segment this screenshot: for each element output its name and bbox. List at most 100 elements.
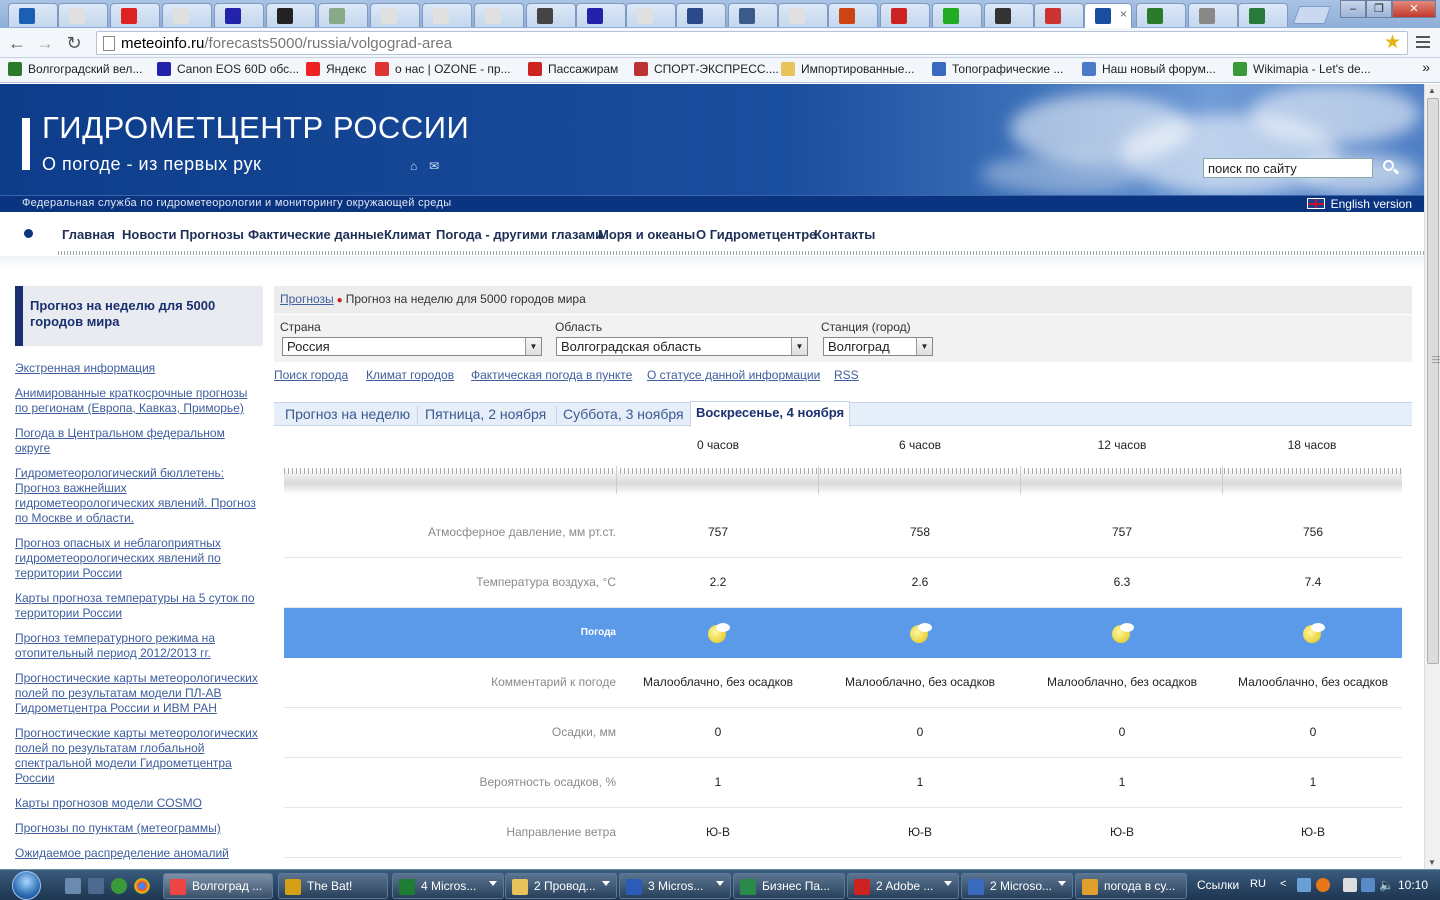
sidebar-link[interactable]: Прогностические карты метеорологических …: [15, 726, 263, 786]
tray-app-icon[interactable]: [1316, 878, 1330, 892]
browser-tab[interactable]: [162, 3, 212, 27]
breadcrumb-forecasts-link[interactable]: Прогнозы: [280, 292, 334, 306]
mail-icon[interactable]: ✉: [429, 159, 439, 173]
station-select[interactable]: Волгоград ▼: [823, 337, 933, 356]
browser-tab[interactable]: [318, 3, 368, 27]
browser-tab[interactable]: [626, 3, 676, 27]
reload-icon[interactable]: ↻: [63, 32, 85, 54]
browser-tab[interactable]: [576, 3, 626, 27]
sidebar-link[interactable]: Карты прогноза температуры на 5 суток по…: [15, 591, 263, 621]
taskbar-task[interactable]: 3 Micros...: [619, 873, 731, 899]
region-select[interactable]: Волгоградская область ▼: [556, 337, 808, 356]
info-status-link[interactable]: О статусе данной информации: [647, 368, 820, 382]
minimize-button[interactable]: –: [1340, 0, 1366, 18]
bookmark-item[interactable]: Canon EOS 60D обс...: [157, 62, 299, 76]
address-bar[interactable]: meteoinfo.ru/forecasts5000/russia/volgog…: [96, 31, 1408, 55]
browser-tab[interactable]: [984, 3, 1034, 27]
bookmark-item[interactable]: Импортированные...: [781, 62, 914, 76]
tray-expand-icon[interactable]: <: [1280, 878, 1294, 892]
scroll-down-icon[interactable]: ▼: [1428, 858, 1436, 867]
links-toolbar[interactable]: Ссылки: [1197, 878, 1239, 892]
bookmark-item[interactable]: Wikimapia - Let's de...: [1233, 62, 1371, 76]
nav-climate[interactable]: Климат: [384, 227, 431, 242]
find-city-link[interactable]: Поиск города: [274, 368, 348, 382]
browser-tab[interactable]: [1034, 3, 1084, 27]
sidebar-link[interactable]: Прогноз опасных и неблагоприятных гидром…: [15, 536, 263, 581]
tray-device-icon[interactable]: [1343, 878, 1357, 892]
sidebar-link[interactable]: Прогноз температурного режима на отопите…: [15, 631, 263, 661]
browser-tab[interactable]: [728, 3, 778, 27]
actual-weather-link[interactable]: Фактическая погода в пункте: [471, 368, 632, 382]
menu-icon[interactable]: [1416, 33, 1430, 51]
language-indicator[interactable]: RU: [1250, 878, 1266, 890]
browser-tab[interactable]: [1238, 3, 1288, 27]
browser-tab[interactable]: [266, 3, 316, 27]
close-tab-icon[interactable]: ×: [1120, 7, 1127, 21]
site-search-input[interactable]: [1203, 158, 1373, 178]
nav-home[interactable]: Главная: [62, 227, 115, 242]
launcher-icon[interactable]: [111, 878, 127, 894]
taskbar-task[interactable]: The Bat!: [278, 873, 388, 899]
nav-forecasts[interactable]: Прогнозы: [180, 227, 244, 242]
taskbar-task[interactable]: Волгоград ...: [163, 873, 273, 899]
browser-tab[interactable]: [370, 3, 420, 27]
scroll-up-icon[interactable]: ▲: [1428, 86, 1436, 95]
show-desktop-icon[interactable]: [65, 878, 81, 894]
browser-tab[interactable]: [526, 3, 576, 27]
sidebar-link[interactable]: Анимированные краткосрочные прогнозы по …: [15, 386, 263, 416]
home-icon[interactable]: ⌂: [410, 159, 417, 173]
volume-icon[interactable]: 🔈: [1379, 878, 1394, 892]
close-window-button[interactable]: ✕: [1392, 0, 1436, 18]
bookmark-item[interactable]: Волгоградский вел...: [8, 62, 142, 76]
city-climate-link[interactable]: Климат городов: [366, 368, 454, 382]
network-icon[interactable]: [1361, 878, 1375, 892]
clock[interactable]: 10:10: [1398, 878, 1428, 892]
browser-tab[interactable]: [214, 3, 264, 27]
search-icon[interactable]: [1380, 158, 1400, 178]
country-select[interactable]: Россия ▼: [282, 337, 542, 356]
start-button[interactable]: [6, 870, 48, 900]
tab-friday[interactable]: Пятница, 2 ноября: [425, 406, 546, 422]
sidebar-link[interactable]: Погода в Центральном федеральном округе: [15, 426, 263, 456]
nav-contacts[interactable]: Контакты: [814, 227, 875, 242]
sidebar-link[interactable]: Гидрометеорологический бюллетень: Прогно…: [15, 466, 263, 526]
taskbar-task[interactable]: 2 Adobe ...: [847, 873, 959, 899]
bookmark-item[interactable]: СПОРТ-ЭКСПРЕСС....: [634, 62, 779, 76]
sidebar-link[interactable]: Ожидаемое распределение аномалий: [15, 846, 263, 861]
nav-weather-other-eyes[interactable]: Погода - другими глазами: [436, 227, 603, 242]
rss-link[interactable]: RSS: [834, 368, 859, 382]
browser-tab[interactable]: [1188, 3, 1238, 27]
new-tab-button[interactable]: [1292, 6, 1332, 24]
bookmark-item[interactable]: Пассажирам: [528, 62, 618, 76]
site-title[interactable]: ГИДРОМЕТЦЕНТР РОССИИ: [42, 110, 469, 146]
browser-tab[interactable]: [8, 3, 58, 27]
bookmark-item[interactable]: Наш новый форум...: [1082, 62, 1216, 76]
sidebar-link[interactable]: Экстренная информация: [15, 361, 263, 376]
back-icon[interactable]: ←: [6, 32, 28, 54]
browser-tab[interactable]: ×: [1084, 3, 1132, 28]
browser-tab[interactable]: [58, 3, 108, 27]
bookmark-item[interactable]: о нас | OZONE - пр...: [375, 62, 511, 76]
bookmarks-more-icon[interactable]: »: [1422, 59, 1430, 75]
taskbar-task[interactable]: 2 Microso...: [961, 873, 1073, 899]
browser-tab[interactable]: [422, 3, 472, 27]
bookmark-item[interactable]: Яндекс: [306, 62, 366, 76]
sidebar-link[interactable]: Карты прогнозов модели COSMO: [15, 796, 263, 811]
tab-sunday[interactable]: Воскресенье, 4 ноября: [690, 401, 851, 427]
explorer-icon[interactable]: [88, 878, 104, 894]
browser-tab[interactable]: [880, 3, 930, 27]
forward-icon[interactable]: →: [34, 32, 56, 54]
nav-seas-oceans[interactable]: Моря и океаны: [598, 227, 695, 242]
bookmark-item[interactable]: Топографические ...: [932, 62, 1063, 76]
page-scrollbar[interactable]: ▲ — — — ▼: [1424, 84, 1440, 869]
nav-news[interactable]: Новости: [122, 227, 177, 242]
browser-tab[interactable]: [828, 3, 878, 27]
browser-tab[interactable]: [778, 3, 828, 27]
chrome-icon[interactable]: [134, 878, 150, 894]
taskbar-task[interactable]: 4 Micros...: [392, 873, 504, 899]
browser-tab[interactable]: [676, 3, 726, 27]
taskbar-task[interactable]: погода в су...: [1075, 873, 1187, 899]
browser-tab[interactable]: [474, 3, 524, 27]
nav-about[interactable]: О Гидрометцентре: [696, 227, 816, 242]
browser-tab[interactable]: [932, 3, 982, 27]
